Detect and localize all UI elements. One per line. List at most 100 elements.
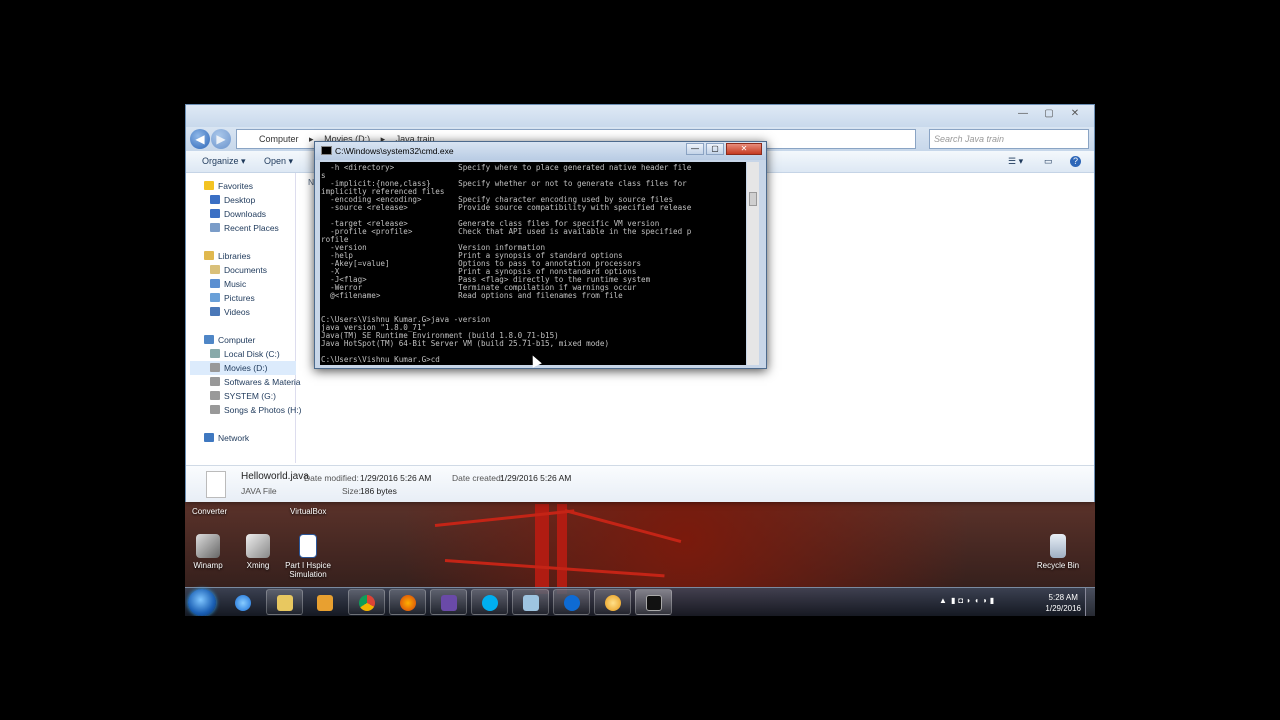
nav-label: Documents [224,265,267,275]
maximize-button[interactable]: ▢ [1038,107,1060,121]
nav-downloads[interactable]: Downloads [210,209,266,219]
drive-icon [210,363,220,372]
cmd-caption-buttons: — ▢ ✕ [686,143,762,155]
minimize-button[interactable]: — [1012,107,1034,121]
cmd-minimize-button[interactable]: — [686,143,704,155]
organize-button[interactable]: Organize ▾ [202,156,246,167]
xming-label: Xming [246,561,270,570]
word-document-icon [299,534,317,558]
nav-music[interactable]: Music [210,279,246,289]
nav-songs[interactable]: Songs & Photos (H:) [210,405,301,415]
wallpaper-bridge-deck [444,559,665,578]
nav-system[interactable]: SYSTEM (G:) [210,391,276,401]
navigation-pane: Favorites Desktop Downloads Recent Place… [186,173,301,463]
cmd-close-button[interactable]: ✕ [726,143,762,155]
open-label: Open [264,156,287,166]
nav-label: Favorites [218,181,253,191]
size-value: 186 bytes [360,486,397,496]
date-created-label: Date created: [452,473,504,483]
scrollbar-thumb[interactable] [749,192,757,206]
console-output[interactable]: -h <directory> Specify where to place ge… [320,162,746,365]
nav-videos[interactable]: Videos [210,307,250,317]
nav-favorites[interactable]: Favorites [204,181,253,191]
visual-studio-icon [441,595,457,611]
recycle-bin-icon [1050,534,1066,558]
wallpaper-bridge-tower [535,504,549,594]
cmd-icon [321,146,332,155]
nav-softwares[interactable]: Softwares & Materia [210,377,301,387]
taskbar-app-1[interactable] [512,589,549,615]
nav-computer[interactable]: Computer [204,335,255,345]
nav-network[interactable]: Network [204,433,249,443]
recycle-bin-label: Recycle Bin [1036,561,1080,570]
nav-desktop[interactable]: Desktop [210,195,255,205]
taskbar-chrome[interactable] [348,589,385,615]
preview-pane-icon[interactable]: ▭ [1044,156,1053,167]
breadcrumb-computer[interactable]: Computer [259,134,299,144]
taskbar-app-2[interactable] [594,589,631,615]
folder-icon [277,595,293,611]
view-options-icon[interactable]: ☰ ▾ [1008,156,1023,167]
media-player-icon [317,595,333,611]
organize-label: Organize [202,156,239,166]
drive-icon [210,349,220,358]
nav-label: Network [218,433,250,443]
nav-label: Pictures [224,293,255,303]
desktop-icon-hspice[interactable]: Part I Hspice Simulation [278,534,338,579]
taskbar: ▲ ▮◘◗◖◑▮ 5:28 AM 1/29/2016 [185,587,1095,616]
nav-recent-places[interactable]: Recent Places [210,223,279,233]
winamp-label: Winamp [193,561,223,570]
taskbar-visual-studio[interactable] [430,589,467,615]
command-prompt-icon [646,595,662,611]
back-arrow-icon[interactable]: ◀ [190,129,210,149]
cmd-maximize-button[interactable]: ▢ [706,143,724,155]
search-input[interactable]: Search Java train [929,129,1089,149]
desktop-label-converter[interactable]: Converter [192,507,227,516]
taskbar-ie[interactable] [224,589,261,615]
nav-movies[interactable]: Movies (D:) [210,363,267,373]
nav-pictures[interactable]: Pictures [210,293,255,303]
size-label: Size: [342,486,361,496]
nav-documents[interactable]: Documents [210,265,267,275]
explorer-titlebar[interactable]: — ▢ ✕ [186,105,1094,127]
nav-label: Movies (D:) [224,363,268,373]
show-desktop-button[interactable] [1085,588,1095,616]
details-pane: Helloworld.java JAVA File Date modified:… [186,465,1094,502]
date-modified-label: Date modified: [304,473,359,483]
clock-date: 1/29/2016 [1045,604,1081,613]
taskbar-teamviewer[interactable] [553,589,590,615]
date-modified-value: 1/29/2016 5:26 AM [360,473,432,483]
wallpaper-bridge-cable-2 [564,509,682,544]
nav-local-disk[interactable]: Local Disk (C:) [210,349,280,359]
file-name: Helloworld.java [241,471,309,482]
taskbar-skype[interactable] [471,589,508,615]
close-button[interactable]: ✕ [1064,107,1086,121]
taskbar-firefox[interactable] [389,589,426,615]
wallpaper-bridge-cable [434,509,575,527]
desktop-icon-recycle-bin[interactable]: Recycle Bin [1028,534,1088,570]
nav-label: Local Disk (C:) [224,349,280,359]
star-icon [204,181,214,190]
taskbar-cmd[interactable] [635,589,672,615]
recent-places-icon [210,223,220,232]
help-icon[interactable]: ? [1070,156,1081,167]
tray-icons[interactable]: ▮◘◗◖◑▮ [951,596,997,605]
cmd-titlebar[interactable]: C:\Windows\system32\cmd.exe — ▢ ✕ [315,142,766,160]
forward-arrow-icon[interactable]: ▶ [211,129,231,149]
taskbar-explorer[interactable] [266,589,303,615]
console-scrollbar[interactable] [747,162,759,365]
firefox-icon [400,595,416,611]
taskbar-media-player[interactable] [306,589,343,615]
internet-explorer-icon [235,595,251,611]
start-button[interactable] [188,589,216,616]
desktop-label-virtualbox[interactable]: VirtualBox [290,507,326,516]
show-hidden-icons-icon[interactable]: ▲ [939,596,947,605]
drive-icon [210,391,220,400]
nav-label: Songs & Photos (H:) [224,405,302,415]
clock[interactable]: 5:28 AM 1/29/2016 [1045,592,1081,614]
xming-icon [246,534,270,558]
pictures-icon [210,293,220,302]
open-button[interactable]: Open ▾ [264,156,293,167]
nav-libraries[interactable]: Libraries [204,251,251,261]
hspice-label: Part I Hspice Simulation [285,561,331,579]
